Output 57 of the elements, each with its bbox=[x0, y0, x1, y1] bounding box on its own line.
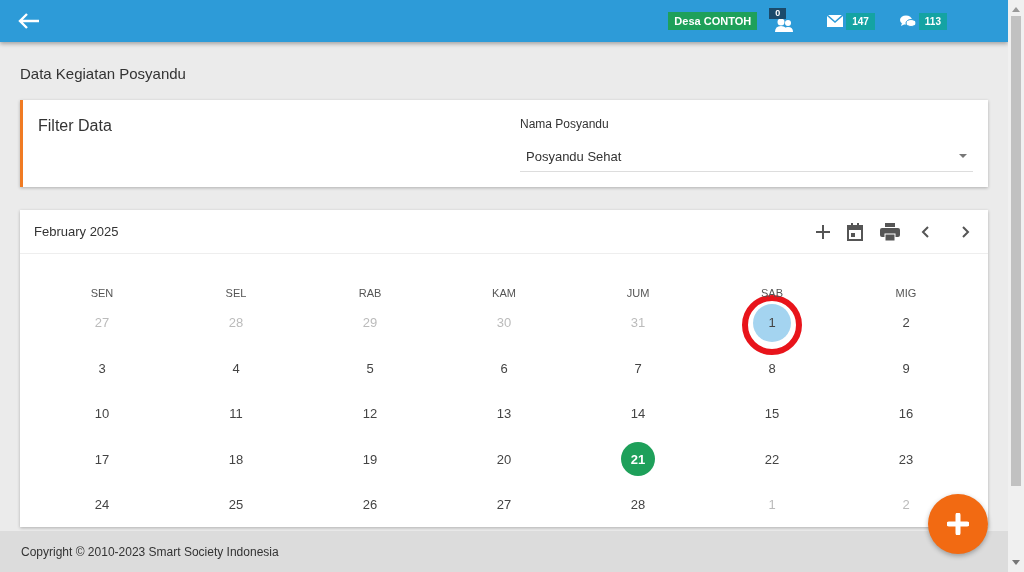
weekday-label: SAB bbox=[761, 287, 783, 299]
day-cell[interactable]: 1 bbox=[755, 305, 789, 340]
day-cell[interactable]: 16 bbox=[889, 396, 923, 431]
day-cell[interactable]: 23 bbox=[889, 442, 923, 477]
back-arrow-icon[interactable] bbox=[18, 13, 40, 29]
day-cell[interactable]: 28 bbox=[621, 487, 655, 522]
weekday-label: MIG bbox=[895, 287, 917, 299]
day-cell[interactable]: 20 bbox=[487, 442, 521, 477]
day-cell[interactable]: 3 bbox=[85, 351, 119, 386]
day-cell[interactable]: 19 bbox=[353, 442, 387, 477]
print-icon[interactable] bbox=[880, 222, 900, 241]
day-cell[interactable]: 13 bbox=[487, 396, 521, 431]
day-cell[interactable]: 11 bbox=[219, 396, 253, 431]
day-cell[interactable]: 27 bbox=[487, 487, 521, 522]
weekday-label: KAM bbox=[492, 287, 516, 299]
previous-icon[interactable] bbox=[921, 225, 929, 238]
day-cell[interactable]: 18 bbox=[219, 442, 253, 477]
plus-icon[interactable] bbox=[816, 224, 830, 239]
day-cell[interactable]: 5 bbox=[353, 351, 387, 386]
weekday-label: JUM bbox=[626, 287, 650, 299]
month-title: February 2025 bbox=[34, 224, 120, 239]
day-cell[interactable]: 25 bbox=[219, 487, 253, 522]
day-cell[interactable]: 22 bbox=[755, 442, 789, 477]
mail-icon bbox=[827, 15, 844, 27]
day-cell[interactable]: 10 bbox=[85, 396, 119, 431]
day-cell[interactable]: 8 bbox=[755, 351, 789, 386]
scroll-down-icon[interactable] bbox=[1012, 560, 1020, 566]
day-cell[interactable]: 9 bbox=[889, 351, 923, 386]
weekday-label: SEN bbox=[90, 287, 114, 299]
field-label: Nama Posyandu bbox=[520, 117, 610, 131]
weekday-label: SEL bbox=[225, 287, 247, 299]
day-cell[interactable]: 15 bbox=[755, 396, 789, 431]
weekday-label: RAB bbox=[358, 287, 382, 299]
day-cell[interactable]: 12 bbox=[353, 396, 387, 431]
day-cell[interactable]: 26 bbox=[353, 487, 387, 522]
day-cell[interactable]: 17 bbox=[85, 442, 119, 477]
users-icon bbox=[774, 17, 795, 33]
day-cell[interactable]: 7 bbox=[621, 351, 655, 386]
caret-icon bbox=[959, 154, 967, 158]
count-badge: 113 bbox=[918, 12, 947, 30]
filter-title: Filter Data bbox=[38, 117, 112, 134]
day-cell[interactable]: 14 bbox=[621, 396, 655, 431]
day-cell[interactable]: 24 bbox=[85, 487, 119, 522]
posyandu-select[interactable]: Posyandu Sehat bbox=[520, 141, 973, 172]
page-title: Data Kegiatan Posyandu bbox=[20, 64, 187, 84]
plus-icon bbox=[947, 513, 969, 535]
scrollbar-thumb[interactable] bbox=[1011, 16, 1021, 486]
chat-icon bbox=[899, 14, 916, 28]
day-cell[interactable]: 2 bbox=[889, 305, 923, 340]
village-badge: Desa CONTOH bbox=[668, 12, 758, 30]
day-cell[interactable]: 6 bbox=[487, 351, 521, 386]
count-badge: 147 bbox=[846, 12, 875, 30]
count-badge: 0 bbox=[769, 8, 787, 19]
calendar-icon[interactable] bbox=[847, 222, 863, 241]
day-cell[interactable]: 4 bbox=[219, 351, 253, 386]
next-icon[interactable] bbox=[962, 225, 970, 238]
copyright-text: Copyright © 2010-2023 Smart Society Indonesia bbox=[21, 544, 279, 559]
